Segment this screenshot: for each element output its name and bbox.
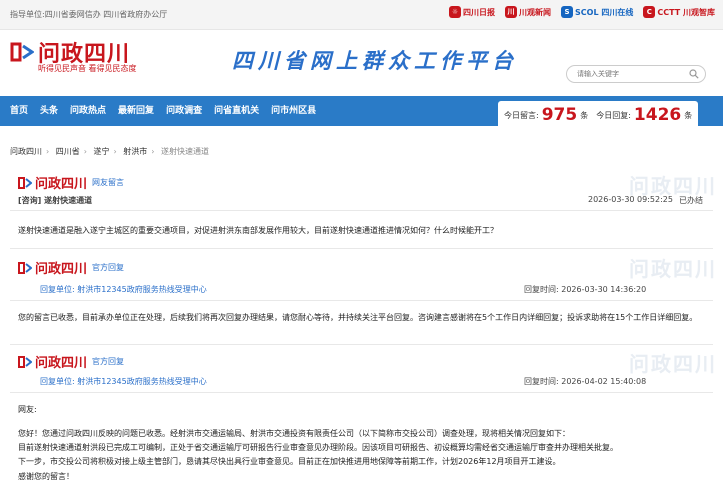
reply1-unit: 回复单位: 射洪市12345政府服务热线受理中心 [40, 285, 207, 294]
top-bar: 指导单位:四川省委网信办 四川省政府办公厅 ☼ 四川日报 川 川观新闻 S SC… [0, 0, 723, 30]
sichuan-daily-logo-icon: ☼ [449, 6, 462, 18]
reply2-tag: 官方回复 [92, 357, 125, 366]
site-header: 问政四川 听得见民声音 看得见民态度 四川省网上群众工作平台 [0, 30, 723, 96]
divider [10, 300, 713, 301]
message-brand: 问政四川 [35, 177, 88, 192]
nav-cities-counties[interactable]: 问市州区县 [265, 96, 322, 126]
reply1-time: 回复时间: 2026-03-30 14:36:20 [524, 285, 647, 294]
divider [10, 248, 713, 249]
breadcrumb-item[interactable]: 四川省 [56, 147, 80, 156]
wenzheng-logo-icon [18, 355, 32, 368]
message-status: 已办结 [679, 196, 703, 205]
reply2-brand: 问政四川 [35, 356, 88, 371]
reply2-time: 回复时间: 2026-04-02 15:40:08 [524, 377, 647, 386]
divider [10, 392, 713, 393]
guide-units: 指导单位:四川省委网信办 四川省政府办公厅 [10, 10, 168, 19]
reply2-paragraph: 目前遂射快速通道射洪段已完成工可编制，正处于省交通运输厅可研报告行业审查意见办理… [18, 443, 618, 452]
reply2-unit: 回复单位: 射洪市12345政府服务热线受理中心 [40, 377, 207, 386]
platform-title: 四川省网上群众工作平台 [232, 49, 518, 73]
reply1-brand: 问政四川 [35, 262, 88, 277]
today-messages-label: 今日留言: [504, 110, 539, 120]
reply1-tag: 官方回复 [92, 263, 125, 272]
search-icon[interactable] [689, 69, 699, 79]
reply2-greeting: 网友: [18, 405, 37, 414]
nav-provincial-agencies[interactable]: 问省直机关 [208, 96, 265, 126]
breadcrumb-separator: › [151, 147, 155, 156]
partner-scol[interactable]: S SCOL 四川在线 [561, 6, 633, 18]
message-content: 遂射快速通道是融入遂宁主城区的重要交通项目，对促进射洪东南部发展作用较大，目前遂… [18, 226, 498, 235]
daily-stats: 今日留言: 975 条 今日回复: 1426 条 [498, 101, 698, 129]
nav-hot-topics[interactable]: 问政热点 [64, 96, 112, 126]
breadcrumb-item[interactable]: 射洪市 [123, 147, 147, 156]
breadcrumb-current: 遂射快速通道 [161, 147, 209, 156]
replies-unit: 条 [684, 110, 693, 120]
nav-headlines[interactable]: 头条 [34, 96, 64, 126]
reply2-header: 问政四川 官方回复 [18, 352, 124, 371]
divider [10, 344, 713, 345]
reply1-content: 您的留言已收悉，目前承办单位正在处理，后续我们将再次回复办理结果，请您耐心等待，… [18, 313, 698, 322]
cctt-logo-icon: C [643, 6, 656, 18]
message-datetime: 2026-03-30 09:52:25 [588, 195, 673, 204]
messages-unit: 条 [580, 110, 589, 120]
today-replies-label: 今日回复: [596, 110, 631, 120]
divider [10, 210, 713, 211]
breadcrumb-item[interactable]: 遂宁 [94, 147, 110, 156]
today-replies-count: 1426 [633, 105, 682, 125]
chuanguan-logo-icon: 川 [505, 6, 518, 18]
breadcrumb-separator: › [83, 147, 87, 156]
partner-cctt[interactable]: C CCTT 川观智库 [643, 6, 715, 18]
partner-chuanguan-news[interactable]: 川 川观新闻 [505, 6, 551, 18]
wenzheng-logo-icon [18, 261, 32, 274]
reply2-paragraph: 下一步，市交投公司将积极对接上级主管部门，恳请其尽快出具行业审查意见。目前正在加… [18, 457, 561, 466]
breadcrumb-item[interactable]: 问政四川 [10, 147, 42, 156]
reply2-paragraph: 感谢您的留言！ [18, 472, 74, 481]
message-header: 问政四川 网友留言 [18, 173, 124, 192]
site-slogan: 听得见民声音 看得见民态度 [38, 64, 137, 73]
today-messages-count: 975 [541, 105, 578, 125]
scol-logo-icon: S [561, 6, 574, 18]
watermark: 问政四川 [629, 352, 717, 376]
reply2-unit-name[interactable]: 射洪市12345政府服务热线受理中心 [77, 377, 206, 386]
breadcrumb: 问政四川 › 四川省 › 遂宁 › 射洪市 › 遂射快速通道 [10, 146, 209, 157]
breadcrumb-separator: › [46, 147, 50, 156]
nav-latest-replies[interactable]: 最新回复 [112, 96, 160, 126]
breadcrumb-separator: › [113, 147, 117, 156]
nav-surveys[interactable]: 问政调查 [160, 96, 208, 126]
partner-sichuan-daily[interactable]: ☼ 四川日报 [449, 6, 495, 18]
wenzheng-logo-icon [18, 176, 32, 189]
search-input[interactable] [577, 66, 687, 82]
partner-links: ☼ 四川日报 川 川观新闻 S SCOL 四川在线 C CCTT 川观智库 [449, 6, 715, 18]
wenzheng-logo-icon [10, 42, 34, 62]
reply1-header: 问政四川 官方回复 [18, 258, 124, 277]
watermark: 问政四川 [629, 257, 717, 281]
message-tag: 网友留言 [92, 178, 125, 187]
nav-home[interactable]: 首页 [4, 96, 34, 126]
search-box [566, 65, 706, 83]
reply1-unit-name[interactable]: 射洪市12345政府服务热线受理中心 [77, 285, 206, 294]
reply2-paragraph: 您好！您通过问政四川反映的问题已收悉。经射洪市交通运输局、射洪市交通投资有限责任… [18, 429, 570, 438]
message-subject: [咨询] 遂射快速通道 [18, 196, 93, 205]
